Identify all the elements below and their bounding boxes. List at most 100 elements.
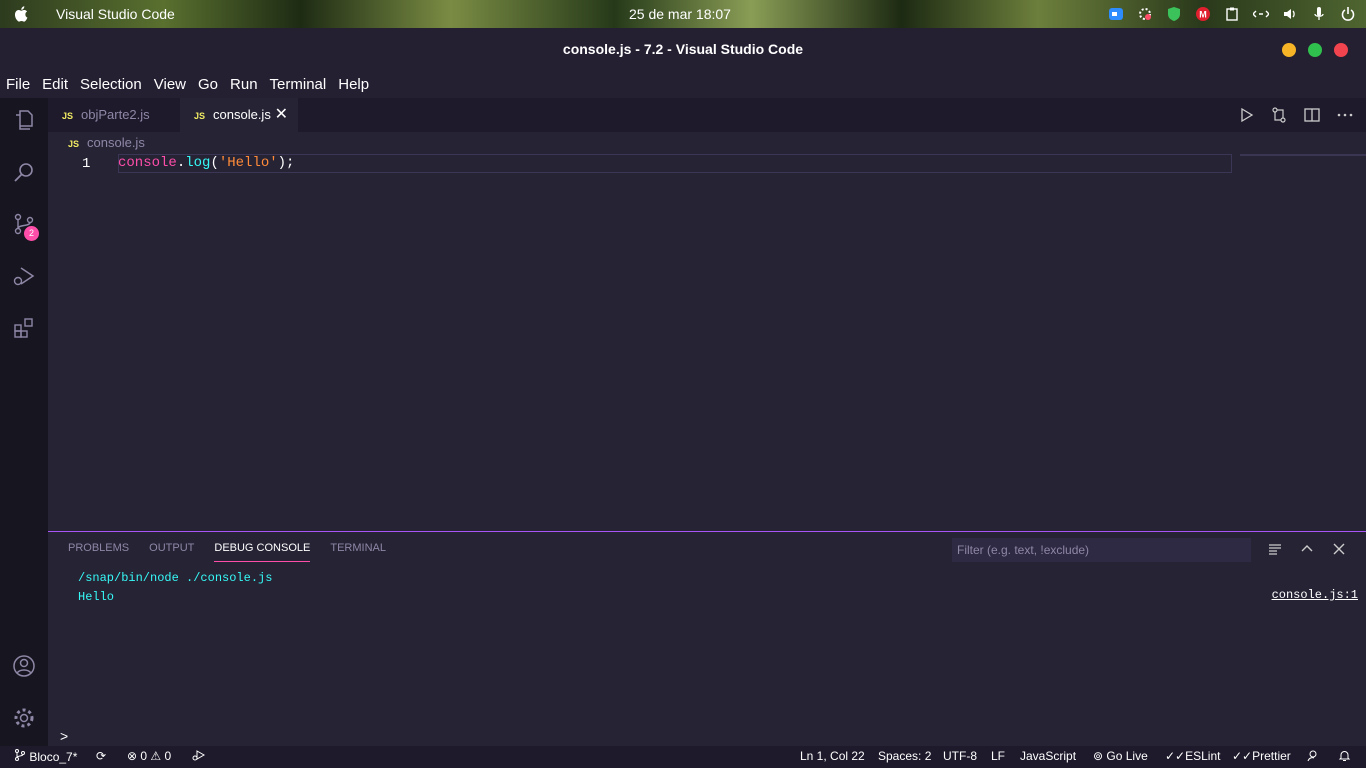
- explorer-icon[interactable]: [12, 108, 36, 132]
- line-number: 1: [82, 156, 91, 172]
- tab-label: console.js: [213, 107, 271, 122]
- extensions-icon[interactable]: [12, 316, 36, 340]
- run-debug-icon[interactable]: [12, 264, 36, 288]
- maximize-button[interactable]: [1308, 43, 1322, 57]
- split-editor-icon[interactable]: [1303, 106, 1321, 124]
- chevron-up-icon[interactable]: [1300, 542, 1314, 556]
- breadcrumb[interactable]: JS console.js: [48, 132, 145, 154]
- code-editor[interactable]: 1 console.log('Hello');: [48, 154, 1366, 530]
- mega-icon[interactable]: M: [1195, 6, 1211, 22]
- minimize-button[interactable]: [1282, 43, 1296, 57]
- breadcrumb-file[interactable]: console.js: [87, 135, 145, 150]
- search-icon[interactable]: [12, 160, 36, 184]
- status-bar: Bloco_7* ⟳ ⊗ 0 ⚠ 0 Ln 1, Col 22 Spaces: …: [0, 746, 1366, 768]
- prettier-label: Prettier: [1252, 749, 1291, 763]
- encoding[interactable]: UTF-8: [943, 749, 977, 763]
- javascript-file-icon: JS: [68, 139, 80, 149]
- active-app-name[interactable]: Visual Studio Code: [56, 6, 175, 22]
- branch-name: Bloco_7*: [29, 750, 78, 764]
- menu-file[interactable]: File: [6, 70, 36, 98]
- code-token-object: console: [118, 155, 177, 171]
- sync-icon[interactable]: ⟳: [96, 749, 106, 763]
- eslint-status[interactable]: ✓✓ESLint: [1165, 749, 1220, 763]
- svg-text:M: M: [1199, 10, 1207, 20]
- more-actions-icon[interactable]: [1336, 106, 1354, 124]
- debug-output: /snap/bin/node ./console.js Hello: [78, 569, 272, 607]
- code-token-close: );: [277, 155, 295, 171]
- gear-icon[interactable]: [12, 706, 36, 730]
- tab-label: objParte2.js: [81, 107, 150, 122]
- branch-icon: [15, 749, 25, 761]
- bell-icon[interactable]: [1338, 749, 1351, 765]
- code-token-dot: .: [176, 155, 186, 171]
- debug-status-icon[interactable]: [192, 749, 206, 764]
- output-line: /snap/bin/node ./console.js: [78, 571, 273, 585]
- clock[interactable]: 25 de mar 18:07: [629, 6, 731, 22]
- window-title: console.js - 7.2 - Visual Studio Code: [562, 41, 804, 57]
- javascript-file-icon: JS: [194, 111, 206, 121]
- scm-badge: 2: [24, 226, 39, 241]
- close-panel-icon[interactable]: [1332, 542, 1346, 556]
- open-changes-icon[interactable]: [1270, 106, 1288, 124]
- code-token-string: 'Hello': [218, 155, 278, 171]
- problems-status[interactable]: ⊗ 0 ⚠ 0: [127, 749, 171, 763]
- menu-terminal[interactable]: Terminal: [270, 70, 333, 98]
- tab-output[interactable]: OUTPUT: [149, 542, 194, 562]
- code-line[interactable]: console.log('Hello');: [118, 155, 294, 171]
- tab-console[interactable]: JS console.js ✕: [180, 98, 298, 132]
- minimap[interactable]: [1240, 154, 1366, 156]
- end-of-line[interactable]: LF: [991, 749, 1005, 763]
- prettier-status[interactable]: ✓✓Prettier: [1232, 749, 1291, 763]
- tab-problems[interactable]: PROBLEMS: [68, 542, 129, 562]
- output-line: Hello: [78, 590, 115, 604]
- feedback-icon[interactable]: [1307, 749, 1320, 765]
- tab-objparte2[interactable]: JS objParte2.js: [48, 98, 180, 132]
- menu-help[interactable]: Help: [338, 70, 375, 98]
- tab-terminal[interactable]: TERMINAL: [330, 542, 386, 562]
- volume-icon[interactable]: [1282, 6, 1298, 22]
- language-mode[interactable]: JavaScript: [1020, 749, 1076, 763]
- go-live-button[interactable]: ⊚ Go Live: [1093, 749, 1148, 763]
- javascript-file-icon: JS: [62, 111, 74, 121]
- window-titlebar[interactable]: console.js - 7.2 - Visual Studio Code: [0, 28, 1366, 70]
- eslint-label: ESLint: [1185, 749, 1221, 763]
- accounts-icon[interactable]: [12, 654, 36, 678]
- filter-input[interactable]: Filter (e.g. text, !exclude): [952, 538, 1251, 562]
- menu-go[interactable]: Go: [198, 70, 224, 98]
- panel-actions: [1268, 542, 1346, 556]
- editor-actions: [1237, 106, 1354, 124]
- clipboard-icon[interactable]: [1224, 6, 1240, 22]
- microphone-icon[interactable]: [1311, 6, 1327, 22]
- go-live-label: Go Live: [1106, 749, 1148, 763]
- editor-tabs: JS objParte2.js JS console.js ✕: [48, 98, 1366, 132]
- apple-icon[interactable]: [13, 5, 31, 23]
- bottom-panel: PROBLEMS OUTPUT DEBUG CONSOLE TERMINAL F…: [48, 531, 1366, 746]
- code-token-paren: (: [210, 155, 219, 171]
- network-icon[interactable]: [1252, 6, 1270, 22]
- indentation[interactable]: Spaces: 2: [878, 749, 931, 763]
- clear-console-icon[interactable]: [1268, 542, 1282, 556]
- branch-status[interactable]: Bloco_7*: [14, 749, 77, 764]
- console-prompt-icon[interactable]: >: [60, 728, 68, 744]
- system-tray: M: [1108, 6, 1356, 22]
- tab-debug-console[interactable]: DEBUG CONSOLE: [214, 542, 311, 562]
- menu-edit[interactable]: Edit: [42, 70, 74, 98]
- menu-view[interactable]: View: [154, 70, 192, 98]
- code-token-function: log: [185, 155, 211, 171]
- menu-run[interactable]: Run: [230, 70, 264, 98]
- warning-count: 0: [164, 749, 172, 763]
- menu-bar: File Edit Selection View Go Run Terminal…: [0, 70, 1366, 98]
- panel-tabs: PROBLEMS OUTPUT DEBUG CONSOLE TERMINAL: [68, 542, 386, 562]
- cursor-position[interactable]: Ln 1, Col 22: [800, 749, 865, 763]
- settings-tray-icon[interactable]: [1137, 6, 1153, 22]
- error-count: 0: [140, 749, 148, 763]
- shield-icon[interactable]: [1166, 6, 1182, 22]
- close-window-button[interactable]: [1334, 43, 1348, 57]
- run-file-icon[interactable]: [1237, 106, 1255, 124]
- menu-selection[interactable]: Selection: [80, 70, 148, 98]
- system-topbar: Visual Studio Code 25 de mar 18:07 M: [0, 0, 1366, 28]
- power-icon[interactable]: [1340, 6, 1356, 22]
- close-tab-icon[interactable]: ✕: [275, 98, 288, 132]
- zoom-icon[interactable]: [1108, 6, 1124, 22]
- source-link[interactable]: console.js:1: [1272, 588, 1358, 602]
